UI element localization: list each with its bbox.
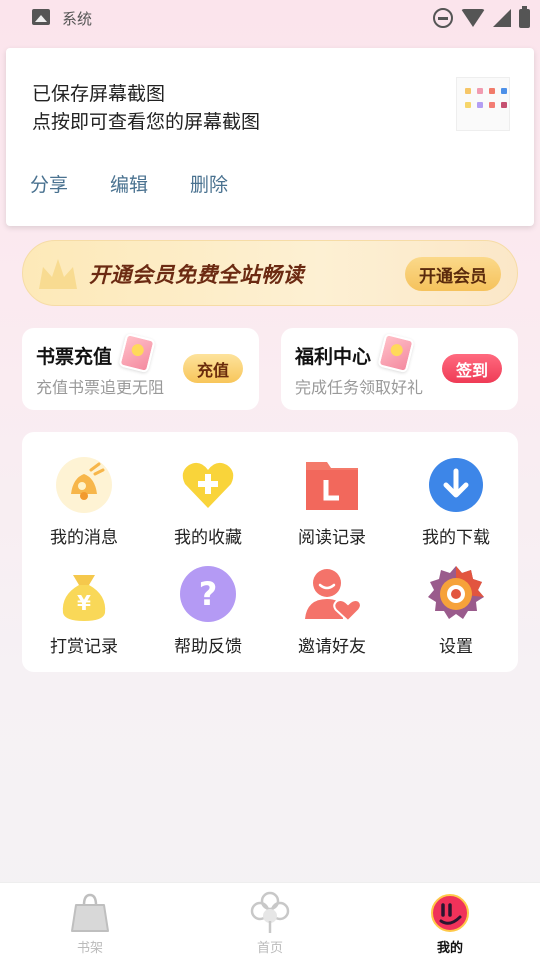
download-icon bbox=[429, 458, 483, 512]
notification-actions: 分享 编辑 删除 bbox=[30, 170, 228, 197]
notification-subtitle: 点按即可查看您的屏幕截图 bbox=[32, 111, 261, 133]
vip-banner[interactable]: 开通会员免费全站畅读 开通会员 bbox=[22, 240, 518, 306]
recharge-card[interactable]: 书票充值 充值书票追更无阻 充值 bbox=[22, 328, 259, 410]
menu-item-label: 阅读记录 bbox=[298, 528, 366, 548]
edit-action[interactable]: 编辑 bbox=[110, 170, 148, 197]
signal-icon bbox=[493, 9, 511, 27]
battery-icon bbox=[519, 5, 530, 28]
gift-book-icon bbox=[377, 332, 415, 374]
bookshelf-icon bbox=[71, 893, 109, 932]
menu-item-invite-friends[interactable]: 邀请好友 bbox=[270, 547, 394, 657]
menu-item-messages[interactable]: 我的消息 bbox=[22, 438, 146, 548]
svg-text:¥: ¥ bbox=[77, 591, 91, 615]
recharge-button[interactable]: 充值 bbox=[183, 354, 243, 383]
welfare-card-title: 福利中心 bbox=[295, 346, 372, 368]
ticket-book-icon bbox=[118, 332, 156, 374]
invite-friend-icon bbox=[305, 569, 361, 623]
money-bag-icon: ¥ bbox=[62, 575, 106, 621]
tab-home[interactable]: 首页 bbox=[210, 883, 330, 960]
tab-label: 我的 bbox=[436, 941, 463, 956]
gear-icon bbox=[428, 566, 484, 619]
delete-action[interactable]: 删除 bbox=[190, 170, 228, 197]
screenshot-notification[interactable]: 已保存屏幕截图 点按即可查看您的屏幕截图 分享 编辑 删除 bbox=[6, 48, 534, 226]
bell-icon bbox=[56, 457, 112, 513]
heart-plus-icon bbox=[182, 462, 234, 508]
share-action[interactable]: 分享 bbox=[30, 170, 68, 197]
status-bar-icons bbox=[433, 5, 530, 30]
menu-item-label: 我的收藏 bbox=[174, 528, 242, 548]
menu-item-label: 设置 bbox=[439, 637, 473, 657]
crown-icon bbox=[39, 259, 77, 289]
open-vip-button[interactable]: 开通会员 bbox=[405, 257, 501, 291]
sign-in-button[interactable]: 签到 bbox=[442, 354, 502, 383]
recharge-card-desc: 充值书票追更无阻 bbox=[36, 378, 165, 397]
menu-item-label: 我的下载 bbox=[422, 528, 490, 548]
wifi-icon bbox=[461, 9, 485, 27]
menu-item-label: 我的消息 bbox=[50, 528, 118, 548]
screenshot-thumbnail[interactable] bbox=[456, 77, 510, 131]
function-grid: 我的消息 我的收藏 阅读记录 我的下载 ¥ 打赏记录 ? 帮助反馈 邀请好友 设… bbox=[22, 432, 518, 672]
image-notification-icon bbox=[32, 9, 50, 25]
welfare-card-desc: 完成任务领取好礼 bbox=[295, 378, 424, 397]
menu-item-settings[interactable]: 设置 bbox=[394, 547, 518, 657]
recharge-card-title: 书票充值 bbox=[36, 346, 113, 368]
tab-label: 书架 bbox=[76, 941, 103, 956]
menu-item-reading-history[interactable]: 阅读记录 bbox=[270, 438, 394, 548]
welfare-card[interactable]: 福利中心 完成任务领取好礼 签到 bbox=[281, 328, 518, 410]
home-clover-icon bbox=[250, 891, 290, 933]
tab-bookshelf[interactable]: 书架 bbox=[30, 883, 150, 960]
help-icon: ? bbox=[180, 566, 236, 622]
svg-text:?: ? bbox=[199, 575, 218, 613]
folder-icon bbox=[306, 462, 358, 510]
menu-item-help-feedback[interactable]: ? 帮助反馈 bbox=[146, 547, 270, 657]
menu-item-label: 帮助反馈 bbox=[174, 637, 242, 657]
menu-item-label: 打赏记录 bbox=[50, 637, 118, 657]
menu-item-downloads[interactable]: 我的下载 bbox=[394, 438, 518, 548]
status-bar-app-label: 系统 bbox=[62, 10, 93, 28]
do-not-disturb-icon bbox=[433, 8, 453, 28]
tab-label: 首页 bbox=[256, 941, 283, 956]
tab-mine[interactable]: 我的 bbox=[390, 883, 510, 960]
vip-banner-text: 开通会员免费全站畅读 bbox=[89, 263, 304, 287]
bottom-tab-bar: 书架 首页 我的 bbox=[0, 882, 540, 960]
profile-icon bbox=[431, 894, 469, 932]
menu-item-favorites[interactable]: 我的收藏 bbox=[146, 438, 270, 548]
menu-item-reward-history[interactable]: ¥ 打赏记录 bbox=[22, 547, 146, 657]
status-bar: 系统 bbox=[0, 0, 540, 36]
notification-title: 已保存屏幕截图 bbox=[32, 83, 166, 105]
menu-item-label: 邀请好友 bbox=[298, 637, 366, 657]
